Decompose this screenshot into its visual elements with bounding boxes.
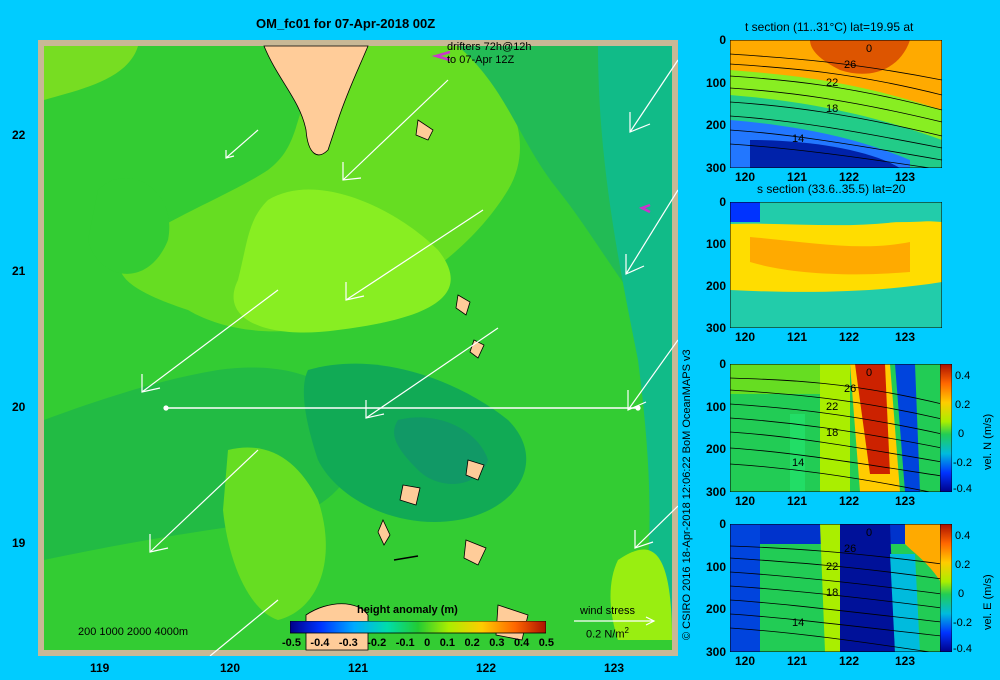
x-tick-119: 119 <box>90 661 110 675</box>
panel-4-colorbar <box>940 524 952 652</box>
contour-label: 14 <box>792 457 804 469</box>
y-tick-21: 21 <box>12 264 26 278</box>
contour-label: 26 <box>844 383 856 395</box>
height-colorbar <box>290 621 546 634</box>
panel-1-y-tick: 100 <box>705 75 726 90</box>
cb-tick: -0.3 <box>338 637 358 649</box>
panel-2-x-tick: 123 <box>895 330 916 344</box>
credit-text: © CSIRO 2016 18-Apr-2018 12:06:22 BoM Oc… <box>681 349 693 640</box>
panel-3-x-tick: 121 <box>787 494 808 508</box>
panel-2-title: s section (33.6..35.5) lat=20 <box>757 182 906 196</box>
panel-1-y-tick: 300 <box>705 161 726 175</box>
panel-1-x-tick: 123 <box>895 170 916 184</box>
panel-4-y-tick: 0 <box>719 517 726 531</box>
contour-label: 26 <box>844 59 856 71</box>
y-tick-20: 20 <box>12 400 26 414</box>
panel-3-velN-section: 0 26 22 18 14 <box>730 364 942 492</box>
contour-label: 18 <box>826 587 838 599</box>
panel-2-x-tick: 121 <box>787 330 808 344</box>
panel-3-cb-tick: 0 <box>958 428 965 440</box>
cb-tick: 0.5 <box>538 637 554 649</box>
drifters-label-1: drifters 72h@12h <box>447 41 532 53</box>
contour-label: 26 <box>844 543 856 555</box>
panel-1-x-tick: 121 <box>787 170 808 184</box>
contour-label: 22 <box>826 561 838 573</box>
panel-2-y-tick: 100 <box>705 237 726 251</box>
main-title: OM_fc01 for 07-Apr-2018 00Z <box>256 16 436 31</box>
cb-tick: 0.3 <box>489 637 505 649</box>
cb-tick: -0.5 <box>282 637 301 649</box>
contour-label: 0 <box>866 43 872 55</box>
panel-3-x-tick: 122 <box>839 494 860 508</box>
panel-3-cb-tick: 0.2 <box>955 399 971 411</box>
panel-2-y-tick: 200 <box>705 279 726 293</box>
wind-stress-scale: 0.2 N/m2 <box>586 626 629 641</box>
contour-label: 14 <box>792 133 804 145</box>
panel-4-cb-tick: 0.2 <box>955 559 971 571</box>
panel-3-y-tick: 200 <box>705 442 726 457</box>
y-tick-22: 22 <box>12 128 26 142</box>
depth-legend: 200 1000 2000 4000m <box>78 626 189 638</box>
panel-2-y-tick: 300 <box>705 321 726 335</box>
panel-3-y-tick: 300 <box>705 485 726 499</box>
panel-1-y-tick: 200 <box>705 118 726 133</box>
cb-tick: 0.1 <box>439 637 455 649</box>
panel-4-cb-tick: -0.2 <box>953 617 972 629</box>
x-tick-122: 122 <box>476 661 497 675</box>
x-tick-123: 123 <box>604 661 625 675</box>
panel-1-t-section: 0 26 22 18 14 <box>730 40 942 168</box>
colorbar-title: height anomaly (m) <box>357 604 458 616</box>
panel-4-x-tick: 123 <box>895 654 916 668</box>
panel-3-x-tick: 120 <box>735 494 756 508</box>
contour-label: 18 <box>826 103 838 115</box>
cb-tick: 0.4 <box>513 637 530 649</box>
panel-4-y-tick: 100 <box>705 559 726 574</box>
cb-tick: 0.2 <box>464 637 480 649</box>
contour-label: 0 <box>866 367 872 379</box>
contour-label: 22 <box>826 77 838 89</box>
panel-4-x-tick: 122 <box>839 654 860 668</box>
cb-tick: -0.2 <box>367 637 387 649</box>
panel-4-x-tick: 121 <box>787 654 808 668</box>
cb-tick: 0 <box>424 637 431 649</box>
panel-3-cb-tick: 0.4 <box>955 370 971 382</box>
main-map <box>38 40 678 656</box>
panel-3-cb-tick: -0.2 <box>953 457 972 469</box>
contour-label: 18 <box>826 427 838 439</box>
panel-1-x-tick: 122 <box>839 170 860 184</box>
panel-4-y-tick: 300 <box>705 645 726 659</box>
cb-tick: -0.1 <box>395 637 415 649</box>
panel-2-x-tick: 120 <box>735 330 756 344</box>
panel-1-x-tick: 120 <box>735 170 756 184</box>
panel-4-y-tick: 200 <box>705 602 726 617</box>
panel-3-cb-tick: -0.4 <box>953 483 972 495</box>
panel-1-y-tick: 0 <box>719 33 726 47</box>
panel-4-velE-section: 0 26 22 18 14 <box>730 524 942 652</box>
wind-stress-arrow-icon <box>574 616 656 626</box>
panel-4-x-tick: 120 <box>735 654 756 668</box>
panel-3-colorbar <box>940 364 952 492</box>
contour-label: 14 <box>792 617 804 629</box>
panel-4-cb-tick: -0.4 <box>953 643 972 655</box>
panel-1-title: t section (11..31°C) lat=19.95 at <box>745 20 914 34</box>
panel-2-y-tick: 0 <box>719 195 726 209</box>
panel-2-s-section <box>730 202 942 328</box>
panel-3-y-tick: 100 <box>705 399 726 414</box>
contour-label: 0 <box>866 527 872 539</box>
cb-tick: -0.4 <box>310 637 330 649</box>
height-anomaly-field <box>44 46 672 650</box>
panel-3-y-tick: 0 <box>719 357 726 371</box>
drifters-label-2: to 07-Apr 12Z <box>447 54 515 66</box>
panel-3-cb-label: vel. N (m/s) <box>982 413 994 470</box>
panel-3-x-tick: 123 <box>895 494 916 508</box>
x-tick-120: 120 <box>220 661 241 675</box>
panel-2-x-tick: 122 <box>839 330 860 344</box>
contour-label: 22 <box>826 401 838 413</box>
y-tick-19: 19 <box>12 536 26 550</box>
panel-4-cb-tick: 0 <box>958 588 965 600</box>
colorbar-ticks: -0.5 -0.4 -0.3 -0.2 -0.1 0 0.1 0.2 0.3 0… <box>282 637 554 649</box>
panel-4-cb-tick: 0.4 <box>955 530 971 542</box>
panel-4-cb-label: vel. E (m/s) <box>982 574 994 630</box>
x-tick-121: 121 <box>348 661 369 675</box>
